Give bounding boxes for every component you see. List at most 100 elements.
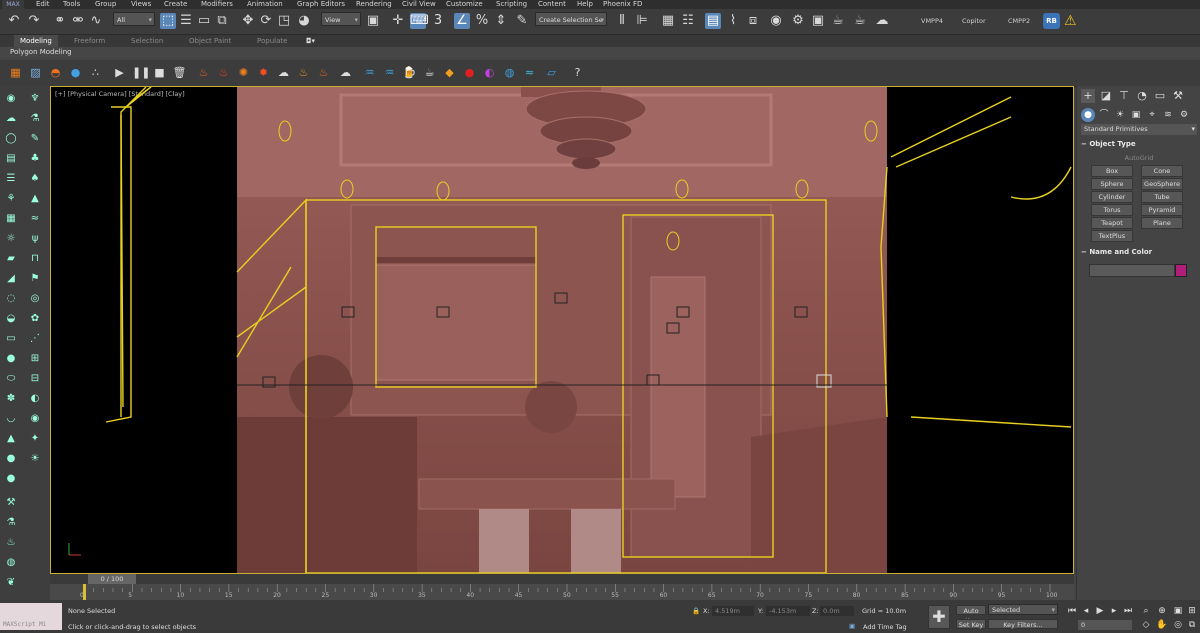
material-editor-icon[interactable]: ◉ <box>768 13 784 29</box>
wave-icon[interactable]: ≈ <box>522 65 537 80</box>
stop-icon[interactable]: ■ <box>152 65 167 80</box>
rock-icon[interactable]: ● <box>4 452 18 466</box>
auto-key-button[interactable]: Auto Key <box>956 605 986 625</box>
workspace-label-vmpp4[interactable]: VMPP4 <box>921 17 943 25</box>
shape-icon[interactable]: ☁ <box>4 112 18 126</box>
play-icon[interactable]: ▶ <box>112 65 127 80</box>
particles-icon[interactable]: ∴ <box>88 65 103 80</box>
stone-icon[interactable]: ● <box>4 352 18 366</box>
menu-civil-view[interactable]: Civil View <box>402 0 436 9</box>
menu-help[interactable]: Help <box>577 0 593 9</box>
liquid-pour-icon[interactable]: ♒ <box>382 65 397 80</box>
pause-icon[interactable]: ❚❚ <box>132 65 150 80</box>
perspective-viewport[interactable]: [+] [Physical Camera] [Standard] [Clay] <box>50 86 1074 574</box>
orbit-icon[interactable]: ◎ <box>1172 619 1184 631</box>
menu-graph-editors[interactable]: Graph Editors <box>297 0 345 9</box>
modify-tab-icon[interactable]: ◪ <box>1099 89 1113 103</box>
leaf-icon[interactable]: ❦ <box>4 576 18 590</box>
category-dropdown[interactable]: Standard Primitives <box>1081 124 1197 135</box>
fan-icon[interactable]: ✽ <box>4 392 18 406</box>
maximize-viewport-icon[interactable]: ⧉ <box>1186 619 1198 631</box>
menu-create[interactable]: Create <box>164 0 187 9</box>
torus-button[interactable]: Torus <box>1091 204 1133 216</box>
ribbon-toggle-icon[interactable]: ▤ <box>705 13 721 29</box>
menu-phoenix-fd[interactable]: Phoenix FD <box>603 0 642 9</box>
pan-icon[interactable]: ✋ <box>1156 619 1168 631</box>
hierarchy-tab-icon[interactable]: ⊤ <box>1117 89 1131 103</box>
curve-editor-icon[interactable]: ⌇ <box>725 13 741 29</box>
systems-icon[interactable]: ⚙ <box>1177 108 1191 122</box>
tab-object-paint[interactable]: Object Paint <box>189 35 231 47</box>
flower-icon[interactable]: ✿ <box>28 312 42 326</box>
play-animation-icon[interactable]: ▶ <box>1094 605 1106 617</box>
add-time-tag[interactable]: Add Time Tag <box>863 623 907 631</box>
scene-icon[interactable]: ▦ <box>4 212 18 226</box>
stump-icon[interactable]: ⊓ <box>28 252 42 266</box>
flame-icon[interactable]: ♨ <box>216 65 231 80</box>
menu-edit[interactable]: Edit <box>36 0 50 9</box>
workspace-label-cmpp2[interactable]: CMPP2 <box>1008 17 1030 25</box>
edit-named-selection-icon[interactable]: ✎ <box>514 13 530 29</box>
tab-selection[interactable]: Selection <box>131 35 163 47</box>
lens-icon[interactable]: ◐ <box>28 392 42 406</box>
honey-icon[interactable]: ◆ <box>442 65 457 80</box>
render-production-icon[interactable]: ☕ <box>830 13 846 29</box>
object-name-input[interactable] <box>1089 264 1175 277</box>
warning-icon[interactable]: ⚠ <box>1064 13 1077 29</box>
cylinder-button[interactable]: Cylinder <box>1091 191 1133 203</box>
lock-selection-icon[interactable]: 🔒 <box>692 607 700 615</box>
redo-icon[interactable]: ↷ <box>26 13 42 29</box>
set-key-button[interactable]: Set Key <box>956 619 986 629</box>
menu-modifiers[interactable]: Modifiers <box>201 0 233 9</box>
menu-content[interactable]: Content <box>538 0 566 9</box>
mirror-icon[interactable]: ⫴ <box>614 13 630 29</box>
field-of-view-icon[interactable]: ◇ <box>1140 619 1152 631</box>
earth-icon[interactable]: ◍ <box>4 556 18 570</box>
textplus-button[interactable]: TextPlus <box>1091 230 1133 242</box>
shapes-icon[interactable]: ⌒ <box>1097 108 1111 122</box>
window-crossing-icon[interactable]: ⧉ <box>214 13 230 29</box>
ribbon-options-icon[interactable]: ◘▾ <box>306 35 315 47</box>
z-coordinate-field[interactable]: 0.0m <box>820 606 854 616</box>
beer-icon[interactable]: 🍺 <box>402 65 417 80</box>
drop-icon[interactable]: ● <box>68 65 83 80</box>
pool-icon[interactable]: ▱ <box>544 65 559 80</box>
reference-coordinate-dropdown[interactable]: View <box>321 12 361 27</box>
zoom-all-icon[interactable]: ⊕ <box>1156 605 1168 617</box>
track-bar[interactable]: 0 5 10 15 20 25 30 35 40 45 50 55 60 65 70 75 80 85 90 95 10… <box>50 584 1074 600</box>
panel-icon[interactable]: ▤ <box>4 152 18 166</box>
sun-icon[interactable]: ☼ <box>4 232 18 246</box>
utilities-tab-icon[interactable]: ⚒ <box>1171 89 1185 103</box>
fireball-icon[interactable]: ✹ <box>256 65 271 80</box>
hollow-sphere-icon[interactable]: ◌ <box>4 292 18 306</box>
rendered-frame-window-icon[interactable]: ▣ <box>810 13 826 29</box>
help-icon[interactable]: ? <box>570 65 585 80</box>
record-icon[interactable]: ● <box>462 65 477 80</box>
select-by-name-icon[interactable]: ☰ <box>178 13 194 29</box>
delete-cache-icon[interactable]: 🗑 <box>172 65 187 80</box>
menu-scripting[interactable]: Scripting <box>496 0 527 9</box>
eyeball-icon[interactable]: ◉ <box>28 412 42 426</box>
candle-icon[interactable]: ♨ <box>296 65 311 80</box>
link-icon[interactable]: ⚭ <box>52 13 68 29</box>
rect-region-icon[interactable]: ▭ <box>196 13 212 29</box>
space-warps-icon[interactable]: ≋ <box>1161 108 1175 122</box>
lamp-icon[interactable]: ♆ <box>28 92 42 106</box>
image-icon[interactable]: ▨ <box>28 65 43 80</box>
tab-freeform[interactable]: Freeform <box>74 35 105 47</box>
object-color-swatch[interactable] <box>1175 264 1187 277</box>
eye-icon[interactable]: ◉ <box>4 92 18 106</box>
next-frame-icon[interactable]: ▸ <box>1108 605 1120 617</box>
scene-explorer-icon[interactable]: ▦ <box>660 13 676 29</box>
tube-button[interactable]: Tube <box>1141 191 1183 203</box>
render-setup-icon[interactable]: ⚙ <box>790 13 806 29</box>
rotate-icon[interactable]: ⟳ <box>258 13 274 29</box>
workspace-label-copitor[interactable]: Copitor <box>962 17 986 25</box>
time-slider[interactable]: 0 / 100 <box>50 574 1074 584</box>
zoom-icon[interactable]: ⌕ <box>1140 605 1152 617</box>
menu-tools[interactable]: Tools <box>63 0 80 9</box>
drop-tool-icon[interactable]: ▲ <box>4 432 18 446</box>
path-icon[interactable]: ⋰ <box>28 332 42 346</box>
lights-icon[interactable]: ☀ <box>1113 108 1127 122</box>
key-filters-button[interactable]: Key Filters... <box>988 619 1058 629</box>
